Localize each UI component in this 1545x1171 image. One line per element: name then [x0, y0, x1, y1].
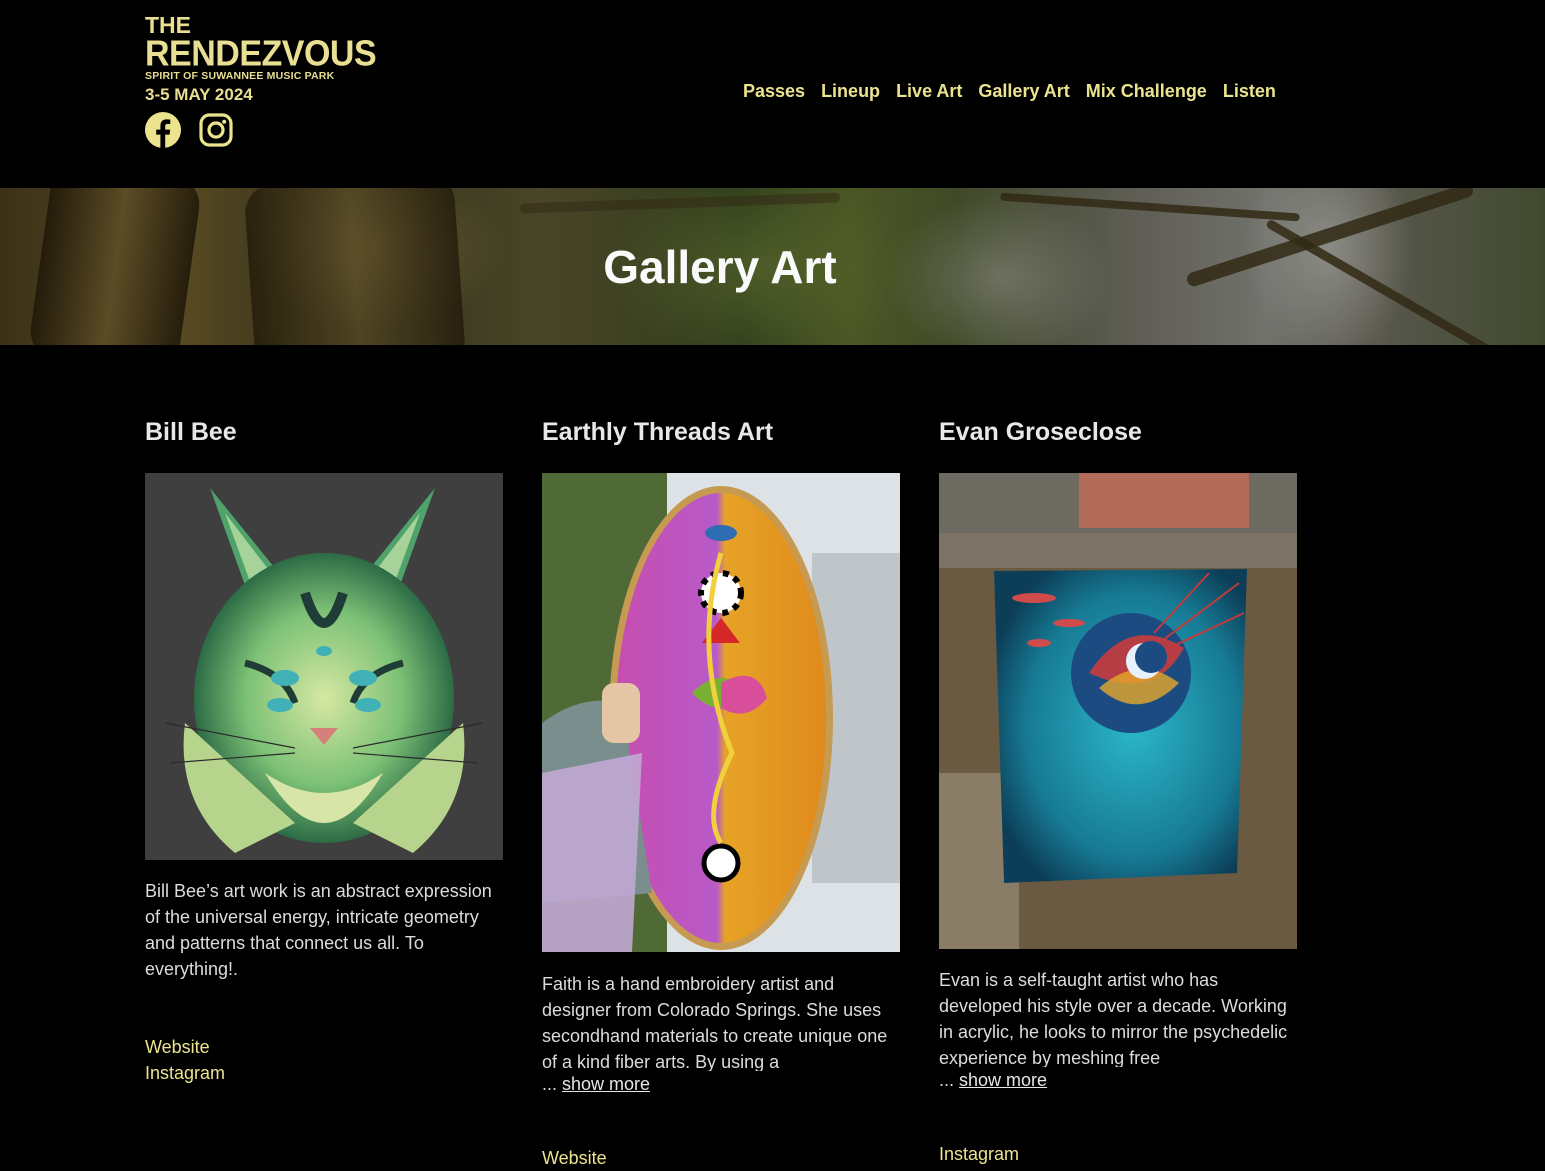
- artwork-image: [145, 473, 503, 860]
- site-header: THE RENDEZVOUS SPIRIT OF SUWANNEE MUSIC …: [0, 0, 1545, 188]
- artist-website-link[interactable]: Website: [145, 1034, 503, 1060]
- artist-name: Bill Bee: [145, 418, 237, 446]
- artwork-image: [939, 473, 1297, 949]
- nav-live-art[interactable]: Live Art: [896, 80, 962, 102]
- facebook-icon[interactable]: [145, 112, 181, 148]
- artwork-lynx: [164, 488, 484, 853]
- artist-card: Earthly Threads Art Faith is a hand embr…: [542, 415, 900, 1168]
- artist-name: Earthly Threads Art: [542, 418, 774, 446]
- artwork-embroidery: [542, 473, 900, 952]
- artist-instagram-link[interactable]: Instagram: [145, 1060, 503, 1086]
- show-more-row: ... show more: [542, 1071, 900, 1097]
- artwork-image: [542, 473, 900, 952]
- instagram-icon[interactable]: [198, 112, 234, 148]
- show-more-row: ... show more: [939, 1067, 1297, 1093]
- show-more-link[interactable]: show more: [562, 1074, 650, 1094]
- ellipsis: ...: [542, 1074, 563, 1094]
- hero-banner: Gallery Art: [0, 188, 1545, 345]
- social-links: [145, 112, 234, 148]
- page-title: Gallery Art: [603, 241, 837, 293]
- artist-website-link[interactable]: Website: [542, 1145, 900, 1171]
- nav-passes[interactable]: Passes: [743, 80, 805, 102]
- logo-line-date: 3-5 MAY 2024: [145, 85, 253, 104]
- artist-description: Faith is a hand embroidery artist and de…: [542, 974, 888, 1071]
- artist-description: Evan is a self-taught artist who has dev…: [939, 970, 1288, 1067]
- show-more-link[interactable]: show more: [959, 1070, 1047, 1090]
- logo-line-rendezvous: RENDEZVOUS: [145, 33, 377, 74]
- site-logo[interactable]: THE RENDEZVOUS SPIRIT OF SUWANNEE MUSIC …: [145, 14, 377, 105]
- artist-card: Bill Bee Bill Bee’s art work is an abstr…: [145, 415, 503, 1083]
- nav-lineup[interactable]: Lineup: [821, 80, 880, 102]
- nav-gallery-art[interactable]: Gallery Art: [978, 80, 1069, 102]
- artist-card: Evan Groseclose Evan is a self-taught ar…: [939, 415, 1297, 1164]
- artist-name: Evan Groseclose: [939, 418, 1142, 446]
- artwork-painting: [939, 473, 1297, 949]
- main-nav: Passes Lineup Live Art Gallery Art Mix C…: [743, 80, 1276, 102]
- artist-instagram-link[interactable]: Instagram: [939, 1141, 1297, 1167]
- artist-description: Bill Bee’s art work is an abstract expre…: [145, 881, 492, 979]
- ellipsis: ...: [939, 1070, 960, 1090]
- nav-mix-challenge[interactable]: Mix Challenge: [1086, 80, 1207, 102]
- nav-listen[interactable]: Listen: [1223, 80, 1276, 102]
